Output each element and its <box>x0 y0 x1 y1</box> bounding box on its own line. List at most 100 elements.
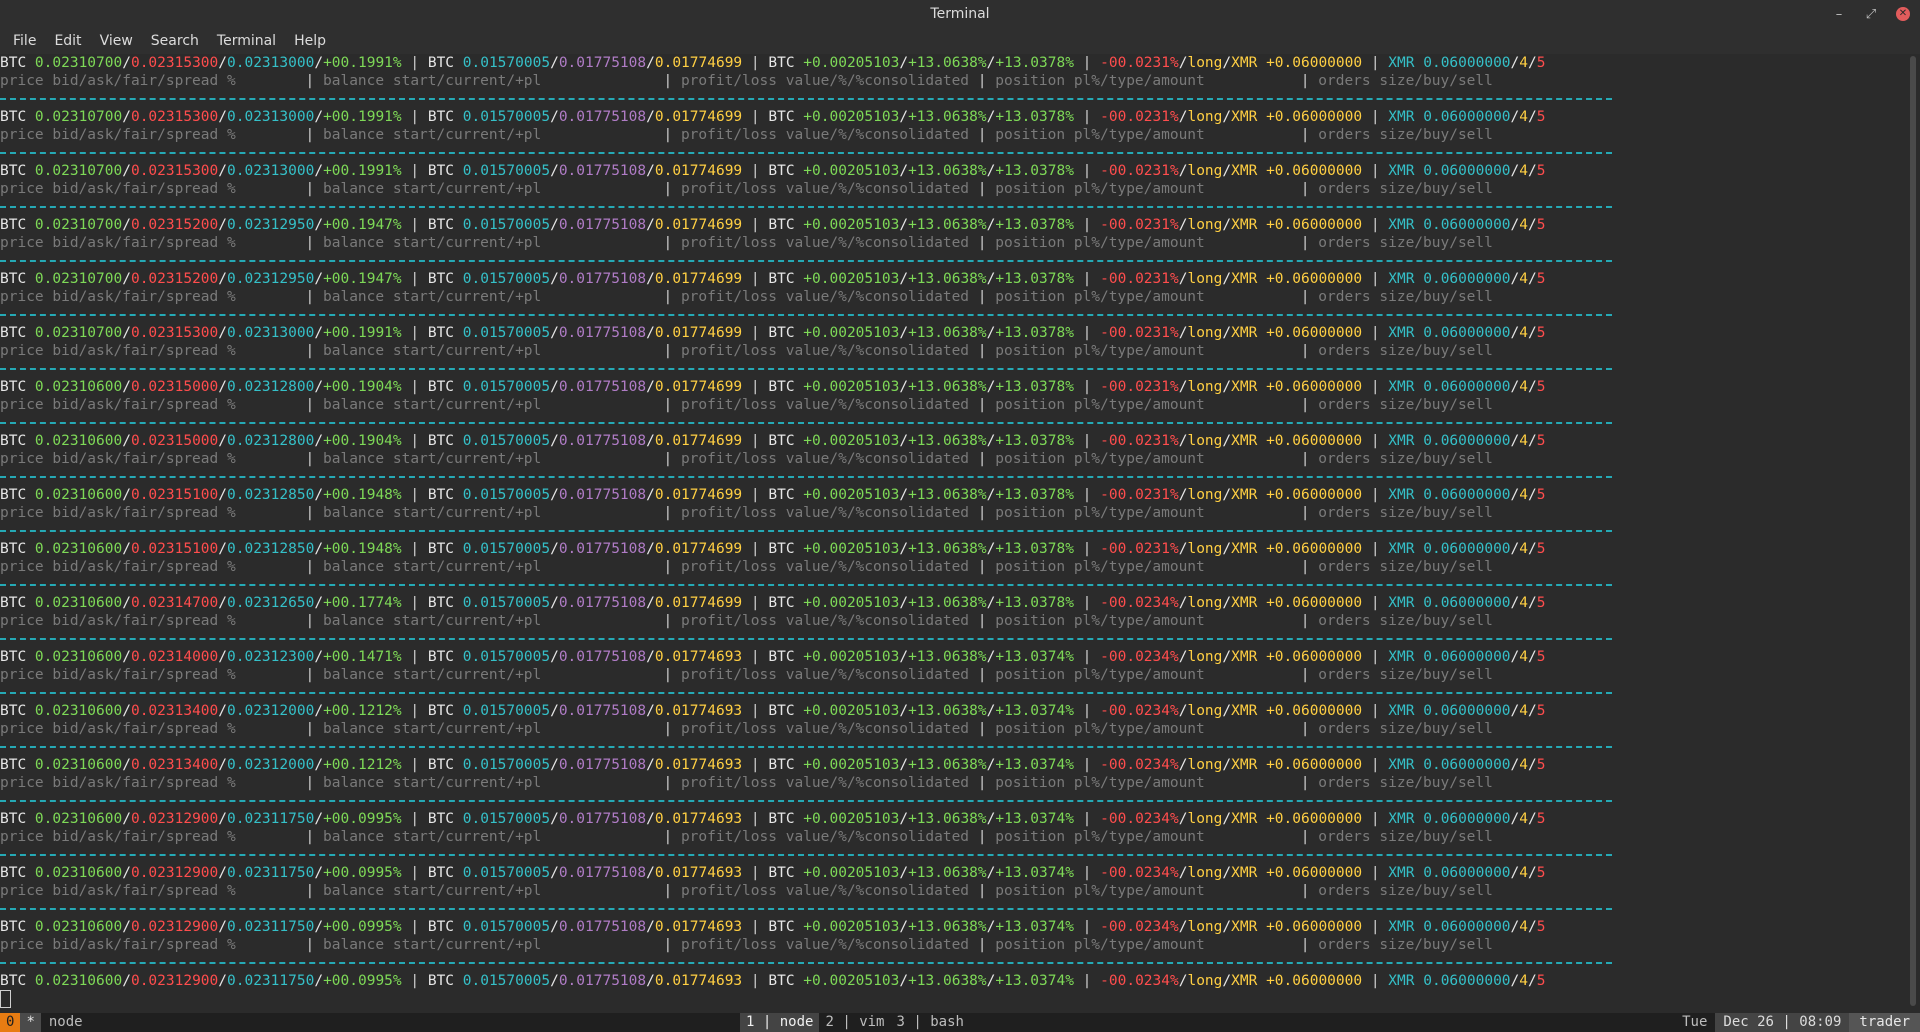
menu-help[interactable]: Help <box>285 33 335 49</box>
ask-value: 0.02312900 <box>130 919 219 935</box>
price-label: price bid/ask/fair/spread % <box>0 829 236 845</box>
slash: / <box>122 703 131 719</box>
window-tab[interactable]: 1 | node <box>740 1013 820 1032</box>
orders-label: orders size/buy/sell <box>1318 397 1493 413</box>
asset-label: BTC <box>0 595 35 611</box>
prompt-line[interactable] <box>0 990 1905 1008</box>
fair-value: 0.02313000 <box>227 163 315 179</box>
row-separator <box>0 638 1612 640</box>
asset-label: BTC <box>427 649 463 665</box>
position-asset: XMR <box>1231 487 1258 503</box>
position-label: position pl%/type/amount <box>995 235 1205 251</box>
tab-separator: | <box>904 1014 931 1030</box>
orders-size: 0.06000000 <box>1423 433 1511 449</box>
slash: / <box>1510 541 1520 557</box>
close-icon[interactable]: ✕ <box>1896 7 1910 21</box>
spread-value: +00.1904% <box>323 433 402 449</box>
ticker-labels-line: price bid/ask/fair/spread % | balance st… <box>0 342 1905 360</box>
pnl-label: profit/loss value/%/%consolidated <box>680 883 970 899</box>
bid-value: 0.02310600 <box>34 919 123 935</box>
ticker-values-line: BTC 0.02310600/0.02315000/0.02312800/+00… <box>0 432 1905 450</box>
menu-file[interactable]: File <box>4 33 45 49</box>
tab-separator: | <box>833 1014 860 1030</box>
position-amount: +0.06000000 <box>1266 757 1363 773</box>
slash: / <box>550 163 559 179</box>
spread-value: +00.0995% <box>323 865 402 881</box>
maximize-icon[interactable]: ⤢ <box>1864 7 1878 22</box>
position-pl: -00.0231% <box>1100 55 1179 71</box>
terminal-output[interactable]: BTC 0.02310700/0.02315300/0.02313000/+00… <box>0 54 1905 1013</box>
column-divider: | <box>1073 703 1101 719</box>
bid-value: 0.02310700 <box>34 217 123 233</box>
ticker-values-line: BTC 0.02310700/0.02315300/0.02313000/+00… <box>0 162 1905 180</box>
balance-label: balance start/current/+pl <box>323 613 542 629</box>
slash: / <box>218 865 228 881</box>
slash: / <box>550 757 559 773</box>
bid-value: 0.02310600 <box>34 649 123 665</box>
asset-label: BTC <box>768 811 804 827</box>
slash: / <box>899 595 909 611</box>
terminal-scrollbar[interactable] <box>1905 54 1920 1013</box>
orders-asset: XMR <box>1388 703 1415 719</box>
column-divider: | <box>1362 379 1389 395</box>
column-divider: | <box>235 127 324 143</box>
orders-sell: 5 <box>1536 379 1546 395</box>
balance-pl: 0.01774699 <box>654 271 743 287</box>
column-divider: | <box>969 721 996 737</box>
orders-asset: XMR <box>1388 109 1415 125</box>
menu-edit[interactable]: Edit <box>45 33 90 49</box>
column-divider: | <box>1073 487 1101 503</box>
balance-pl: 0.01774699 <box>654 217 743 233</box>
ticker-labels-line: price bid/ask/fair/spread % | balance st… <box>0 720 1905 738</box>
slash: / <box>550 55 559 71</box>
balance-pl: 0.01774699 <box>654 595 743 611</box>
slash: / <box>1528 271 1537 287</box>
column-divider: | <box>742 757 769 773</box>
asset-label: BTC <box>427 271 463 287</box>
menu-terminal[interactable]: Terminal <box>208 33 285 49</box>
ask-value: 0.02315300 <box>130 55 219 71</box>
slash: / <box>122 487 131 503</box>
ticker-values-line: BTC 0.02310700/0.02315200/0.02312950/+00… <box>0 270 1905 288</box>
ticker-labels-line: price bid/ask/fair/spread % | balance st… <box>0 288 1905 306</box>
ticker-labels-line: price bid/ask/fair/spread % | balance st… <box>0 234 1905 252</box>
fair-value: 0.02312950 <box>227 217 315 233</box>
position-pl: -00.0234% <box>1100 811 1179 827</box>
scrollbar-thumb[interactable] <box>1910 56 1916 1006</box>
column-divider: | <box>742 325 769 341</box>
orders-sell: 5 <box>1536 55 1546 71</box>
asset-label: BTC <box>0 865 35 881</box>
ticker-row: BTC 0.02310700/0.02315200/0.02312950/+00… <box>0 216 1905 270</box>
column-divider: | <box>969 73 996 89</box>
spread-value: +00.1948% <box>323 487 402 503</box>
balance-current: 0.01775108 <box>558 325 647 341</box>
column-divider: | <box>1204 343 1319 359</box>
column-divider: | <box>541 883 681 899</box>
position-label: position pl%/type/amount <box>995 829 1205 845</box>
bid-value: 0.02310600 <box>34 703 123 719</box>
menu-view[interactable]: View <box>91 33 142 49</box>
pl-percent: +13.0638% <box>908 541 987 557</box>
column-divider: | <box>541 451 681 467</box>
window-titlebar[interactable]: Terminal – ⤢ ✕ <box>0 0 1920 28</box>
slash: / <box>314 433 324 449</box>
slash: / <box>1528 973 1537 989</box>
column-divider: | <box>235 343 324 359</box>
minimize-icon[interactable]: – <box>1832 7 1846 22</box>
slash: / <box>1510 595 1520 611</box>
column-divider: | <box>742 919 769 935</box>
price-label: price bid/ask/fair/spread % <box>0 343 236 359</box>
window-tab[interactable]: 2 | vim <box>819 1013 890 1032</box>
menu-search[interactable]: Search <box>142 33 208 49</box>
row-separator <box>0 800 1612 802</box>
window-tab[interactable]: 3 | bash <box>890 1013 969 1032</box>
row-separator <box>0 422 1612 424</box>
slash: / <box>1510 649 1520 665</box>
